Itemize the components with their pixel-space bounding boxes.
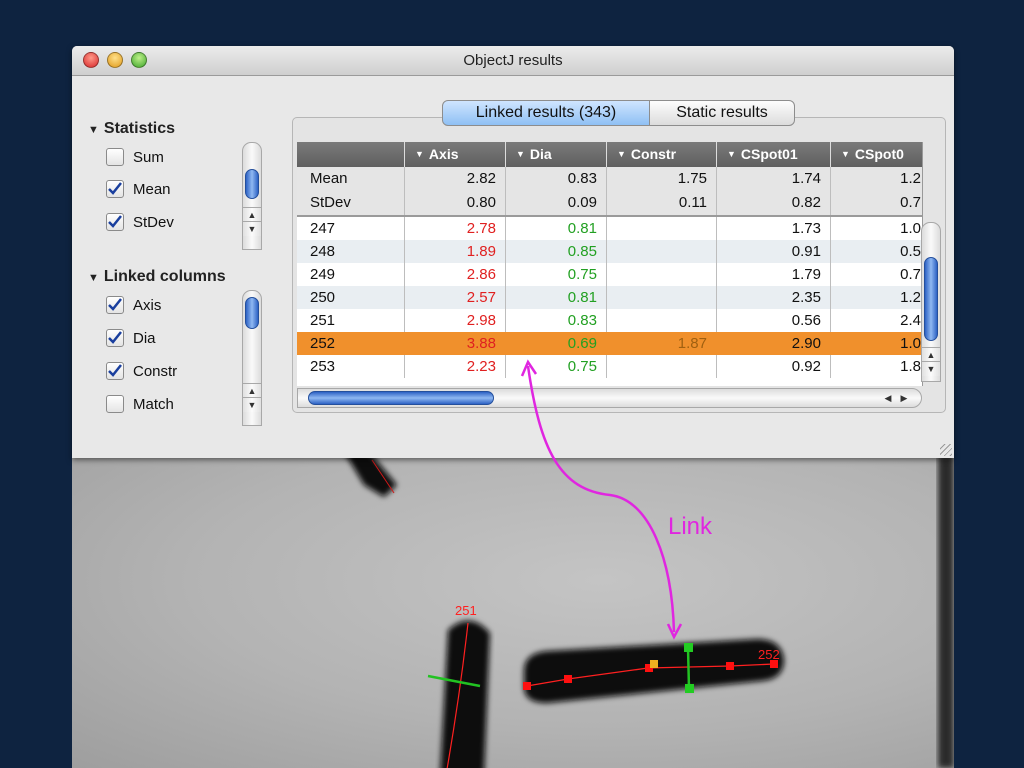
link-arrow-path [526, 365, 676, 633]
link-label: Link [668, 513, 713, 540]
link-annotation [520, 359, 683, 640]
